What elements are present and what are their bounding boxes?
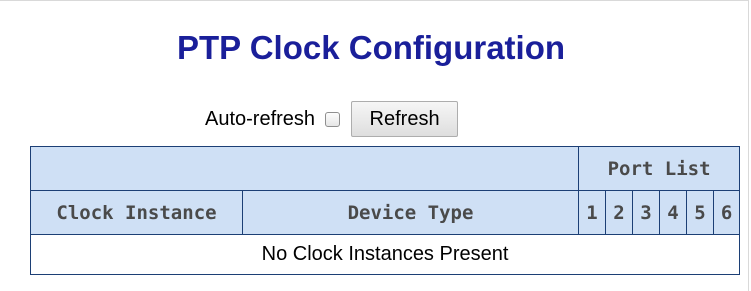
refresh-button[interactable]: Refresh: [351, 101, 459, 137]
auto-refresh-checkbox[interactable]: [325, 111, 341, 127]
port-3-header: 3: [632, 190, 660, 235]
clock-instance-table: Port List Clock Instance Device Type 1 2…: [29, 146, 741, 275]
refresh-controls: Auto-refresh Refresh: [205, 99, 459, 139]
device-type-header: Device Type: [242, 190, 579, 235]
port-4-header: 4: [659, 190, 687, 235]
port-5-header: 5: [686, 190, 714, 235]
port-list-header: Port List: [577, 146, 741, 191]
port-1-header: 1: [578, 190, 606, 235]
port-6-header: 6: [712, 190, 741, 235]
page-title: PTP Clock Configuration: [176, 29, 566, 66]
clock-instance-header: Clock Instance: [30, 190, 243, 235]
port-2-header: 2: [605, 190, 633, 235]
auto-refresh-label: Auto-refresh: [205, 108, 316, 130]
header-blank-cell: [30, 146, 579, 191]
empty-table-message: No Clock Instances Present: [29, 234, 741, 275]
